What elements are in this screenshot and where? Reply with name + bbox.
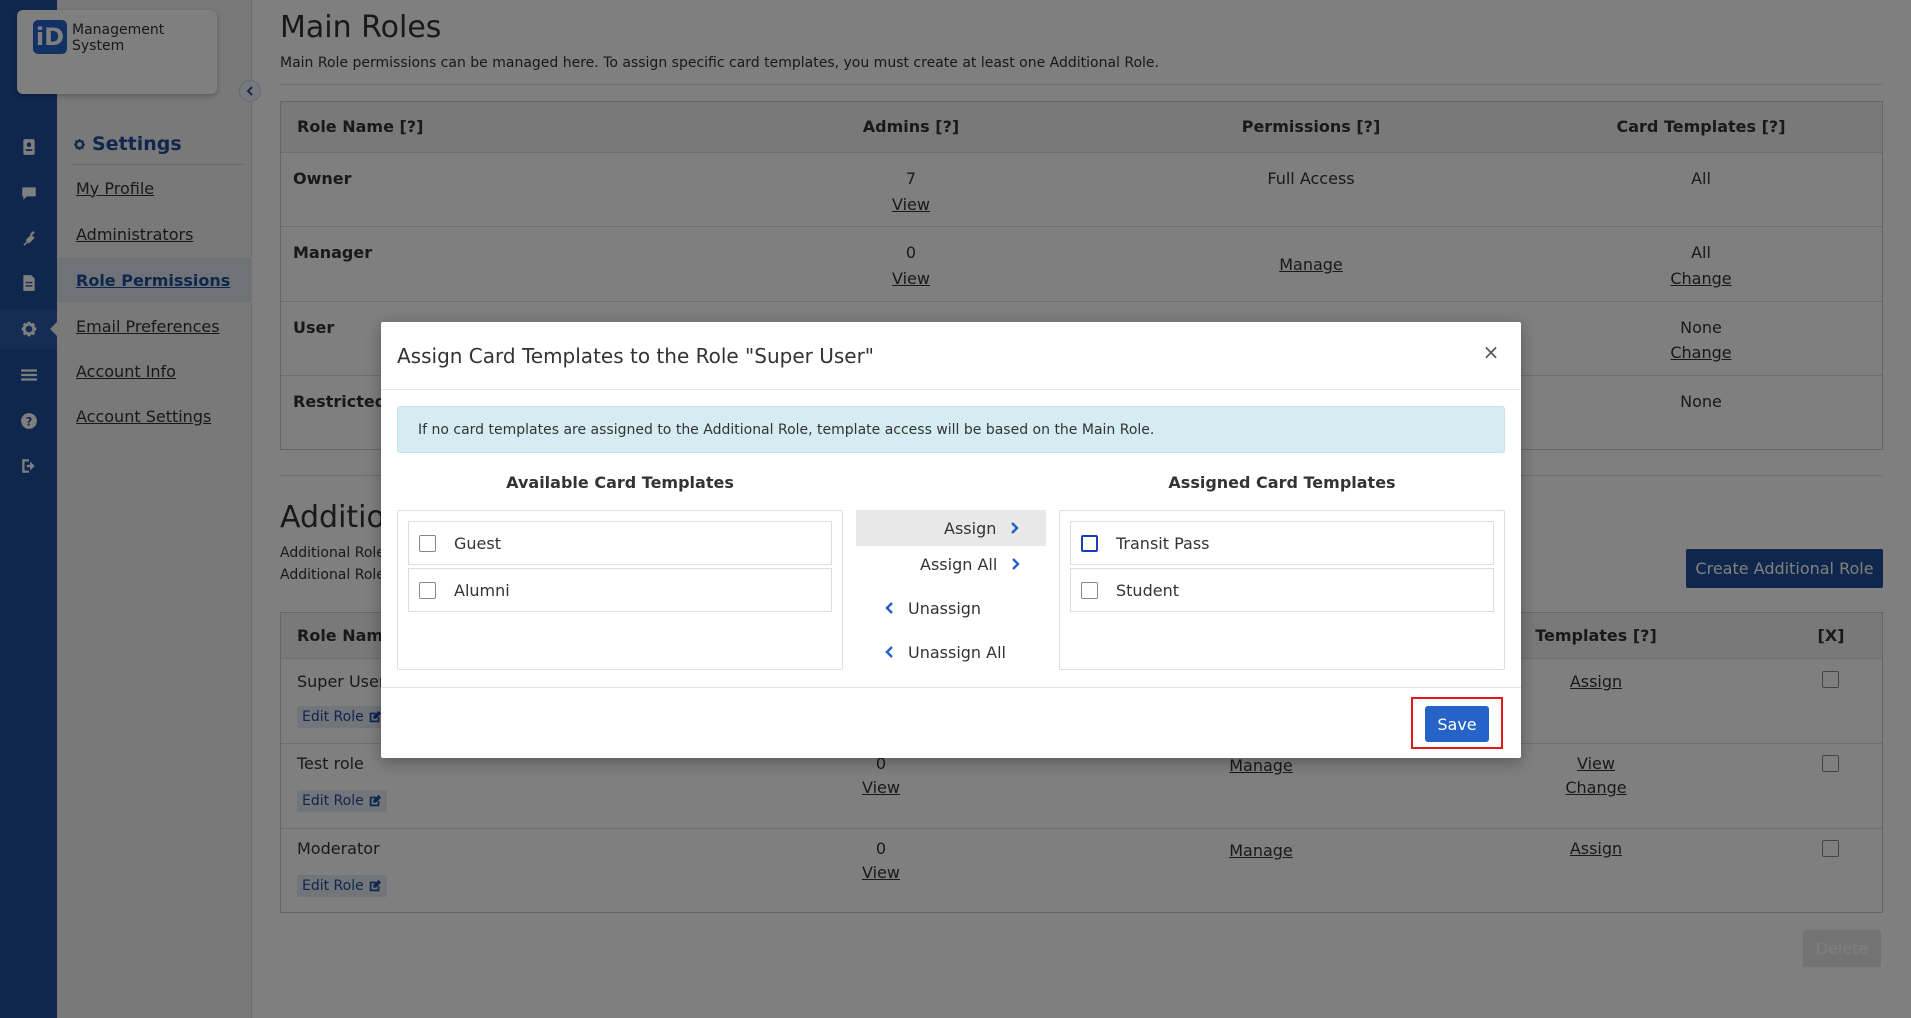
assign-button[interactable]: Assign (856, 510, 1046, 546)
available-templates-header: Available Card Templates (506, 473, 734, 492)
unassign-all-label: Unassign All (908, 642, 1006, 662)
assign-templates-modal: Assign Card Templates to the Role "Super… (381, 322, 1521, 758)
assigned-templates-header: Assigned Card Templates (1168, 473, 1396, 492)
divider (381, 687, 1521, 688)
chevron-right-icon (1012, 558, 1021, 570)
template-name: Alumni (454, 580, 510, 600)
checkbox[interactable] (1081, 581, 1098, 599)
checkbox[interactable] (419, 534, 436, 552)
divider (381, 389, 1521, 390)
chevron-left-icon (885, 646, 893, 658)
chevron-right-icon (1011, 522, 1020, 534)
template-name: Transit Pass (1116, 533, 1210, 553)
unassign-all-button[interactable]: Unassign All (856, 634, 1046, 670)
chevron-left-icon (885, 602, 893, 614)
assign-all-label: Assign All (920, 554, 998, 574)
checkbox[interactable] (1081, 534, 1098, 552)
modal-title: Assign Card Templates to the Role "Super… (397, 344, 874, 368)
list-item[interactable]: Guest (408, 521, 832, 565)
available-templates-list: Guest Alumni (397, 510, 843, 670)
list-item[interactable]: Student (1070, 568, 1494, 612)
list-item[interactable]: Alumni (408, 568, 832, 612)
app-root: ? iD Management System Settings My Profi… (0, 0, 1911, 1018)
template-name: Guest (454, 533, 501, 553)
assign-label: Assign (944, 518, 997, 538)
assigned-templates-list: Transit Pass Student (1059, 510, 1505, 670)
info-alert: If no card templates are assigned to the… (397, 406, 1505, 453)
unassign-button[interactable]: Unassign (856, 590, 1046, 626)
checkbox[interactable] (419, 581, 436, 599)
template-name: Student (1116, 580, 1179, 600)
close-icon[interactable]: × (1479, 340, 1503, 364)
assign-all-button[interactable]: Assign All (856, 546, 1046, 582)
list-item[interactable]: Transit Pass (1070, 521, 1494, 565)
save-button[interactable]: Save (1425, 706, 1489, 742)
unassign-label: Unassign (908, 598, 982, 618)
